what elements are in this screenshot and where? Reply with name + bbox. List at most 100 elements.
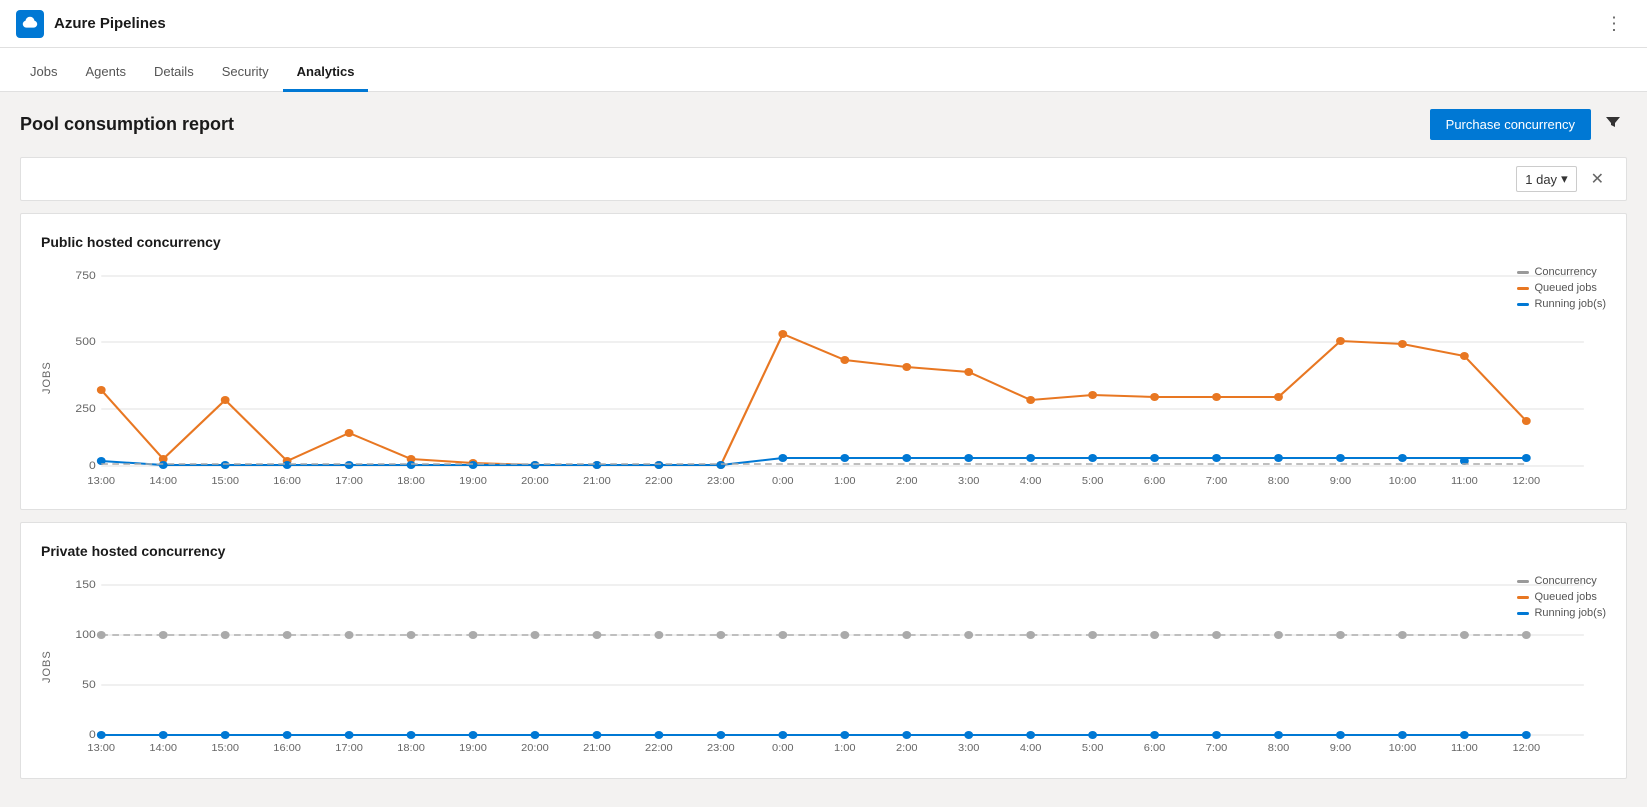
private-legend-concurrency: Concurrency — [1517, 575, 1606, 587]
svg-text:0:00: 0:00 — [772, 475, 794, 486]
filter-icon — [1605, 114, 1621, 130]
svg-text:16:00: 16:00 — [273, 475, 301, 486]
svg-text:10:00: 10:00 — [1389, 742, 1417, 753]
page-actions: Purchase concurrency — [1430, 108, 1627, 141]
page-header: Pool consumption report Purchase concurr… — [20, 108, 1627, 141]
svg-text:22:00: 22:00 — [645, 742, 673, 753]
tab-details[interactable]: Details — [140, 54, 208, 92]
legend-running-label: Running job(s) — [1534, 298, 1606, 310]
private-legend-queued-color — [1517, 596, 1529, 599]
svg-text:6:00: 6:00 — [1144, 475, 1166, 486]
legend-running-color — [1517, 303, 1529, 306]
private-chart-section: Private hosted concurrency JOBS Concurre… — [20, 522, 1627, 779]
private-chart-legend: Concurrency Queued jobs Running job(s) — [1517, 575, 1606, 619]
legend-concurrency-color — [1517, 271, 1529, 274]
page-content: Pool consumption report Purchase concurr… — [0, 92, 1647, 807]
svg-text:9:00: 9:00 — [1330, 475, 1352, 486]
svg-text:21:00: 21:00 — [583, 475, 611, 486]
public-chart-svg: 750 500 250 0 13:00 14:00 15:00 16:00 17… — [57, 266, 1606, 486]
legend-queued: Queued jobs — [1517, 282, 1606, 294]
public-chart-inner: Concurrency Queued jobs Running job(s) — [57, 266, 1606, 489]
public-chart-title: Public hosted concurrency — [41, 234, 1606, 250]
period-label: 1 day — [1525, 172, 1557, 187]
filter-bar: 1 day ▾ ✕ — [20, 157, 1627, 201]
svg-text:150: 150 — [75, 579, 95, 591]
private-legend-running: Running job(s) — [1517, 607, 1606, 619]
nav-tabs-container: Jobs Agents Details Security Analytics — [0, 48, 1647, 92]
legend-queued-label: Queued jobs — [1534, 282, 1596, 294]
svg-text:21:00: 21:00 — [583, 742, 611, 753]
svg-text:8:00: 8:00 — [1268, 475, 1290, 486]
svg-text:18:00: 18:00 — [397, 742, 425, 753]
svg-text:19:00: 19:00 — [459, 475, 487, 486]
app-title: Azure Pipelines — [54, 15, 166, 32]
svg-text:13:00: 13:00 — [87, 475, 115, 486]
page-title: Pool consumption report — [20, 114, 234, 135]
private-legend-concurrency-label: Concurrency — [1534, 575, 1596, 587]
svg-text:9:00: 9:00 — [1330, 742, 1352, 753]
svg-text:5:00: 5:00 — [1082, 475, 1104, 486]
svg-text:2:00: 2:00 — [896, 742, 918, 753]
svg-text:20:00: 20:00 — [521, 742, 549, 753]
private-legend-running-color — [1517, 612, 1529, 615]
svg-text:750: 750 — [75, 270, 95, 282]
legend-concurrency-label: Concurrency — [1534, 266, 1596, 278]
svg-text:17:00: 17:00 — [335, 742, 363, 753]
svg-text:15:00: 15:00 — [211, 742, 239, 753]
app-logo — [16, 10, 44, 38]
app-header: Azure Pipelines ⋮ — [0, 0, 1647, 48]
filter-close-button[interactable]: ✕ — [1585, 167, 1610, 191]
private-chart-container: JOBS Concurrency Queued jobs Running job… — [41, 575, 1606, 758]
svg-text:4:00: 4:00 — [1020, 742, 1042, 753]
svg-text:3:00: 3:00 — [958, 742, 980, 753]
period-dropdown[interactable]: 1 day ▾ — [1516, 166, 1576, 192]
svg-text:2:00: 2:00 — [896, 475, 918, 486]
tab-security[interactable]: Security — [208, 54, 283, 92]
svg-text:17:00: 17:00 — [335, 475, 363, 486]
svg-text:11:00: 11:00 — [1451, 475, 1478, 486]
private-legend-queued-label: Queued jobs — [1534, 591, 1596, 603]
tab-analytics[interactable]: Analytics — [283, 54, 369, 92]
purchase-concurrency-button[interactable]: Purchase concurrency — [1430, 109, 1591, 140]
svg-text:23:00: 23:00 — [707, 742, 735, 753]
legend-queued-color — [1517, 287, 1529, 290]
svg-text:6:00: 6:00 — [1144, 742, 1166, 753]
svg-text:4:00: 4:00 — [1020, 475, 1042, 486]
svg-text:500: 500 — [75, 336, 95, 348]
svg-text:14:00: 14:00 — [149, 475, 177, 486]
svg-text:12:00: 12:00 — [1513, 742, 1541, 753]
svg-text:100: 100 — [75, 629, 95, 641]
filter-icon-button[interactable] — [1599, 108, 1627, 141]
public-y-label: JOBS — [41, 266, 53, 489]
svg-text:12:00: 12:00 — [1513, 475, 1541, 486]
legend-running: Running job(s) — [1517, 298, 1606, 310]
svg-text:250: 250 — [75, 403, 95, 415]
svg-text:7:00: 7:00 — [1206, 742, 1228, 753]
private-chart-inner: Concurrency Queued jobs Running job(s) — [57, 575, 1606, 758]
svg-text:50: 50 — [82, 679, 96, 691]
svg-text:8:00: 8:00 — [1268, 742, 1290, 753]
private-chart-title: Private hosted concurrency — [41, 543, 1606, 559]
public-chart-container: JOBS Concurrency Queued jobs Running job… — [41, 266, 1606, 489]
svg-text:19:00: 19:00 — [459, 742, 487, 753]
svg-text:18:00: 18:00 — [397, 475, 425, 486]
svg-text:1:00: 1:00 — [834, 475, 856, 486]
tab-jobs[interactable]: Jobs — [16, 54, 71, 92]
svg-text:3:00: 3:00 — [958, 475, 980, 486]
svg-text:10:00: 10:00 — [1389, 475, 1417, 486]
svg-text:5:00: 5:00 — [1082, 742, 1104, 753]
legend-concurrency: Concurrency — [1517, 266, 1606, 278]
private-y-label: JOBS — [41, 575, 53, 758]
svg-text:1:00: 1:00 — [834, 742, 856, 753]
private-legend-concurrency-color — [1517, 580, 1529, 583]
svg-text:0:00: 0:00 — [772, 742, 794, 753]
logo-icon — [21, 15, 39, 33]
more-options-button[interactable]: ⋮ — [1597, 9, 1631, 38]
svg-text:14:00: 14:00 — [149, 742, 177, 753]
svg-text:11:00: 11:00 — [1451, 742, 1478, 753]
svg-text:23:00: 23:00 — [707, 475, 735, 486]
private-chart-svg: 150 100 50 0 13:00 14:00 15:00 16:00 17:… — [57, 575, 1606, 755]
svg-text:15:00: 15:00 — [211, 475, 239, 486]
public-chart-legend: Concurrency Queued jobs Running job(s) — [1517, 266, 1606, 310]
tab-agents[interactable]: Agents — [71, 54, 139, 92]
